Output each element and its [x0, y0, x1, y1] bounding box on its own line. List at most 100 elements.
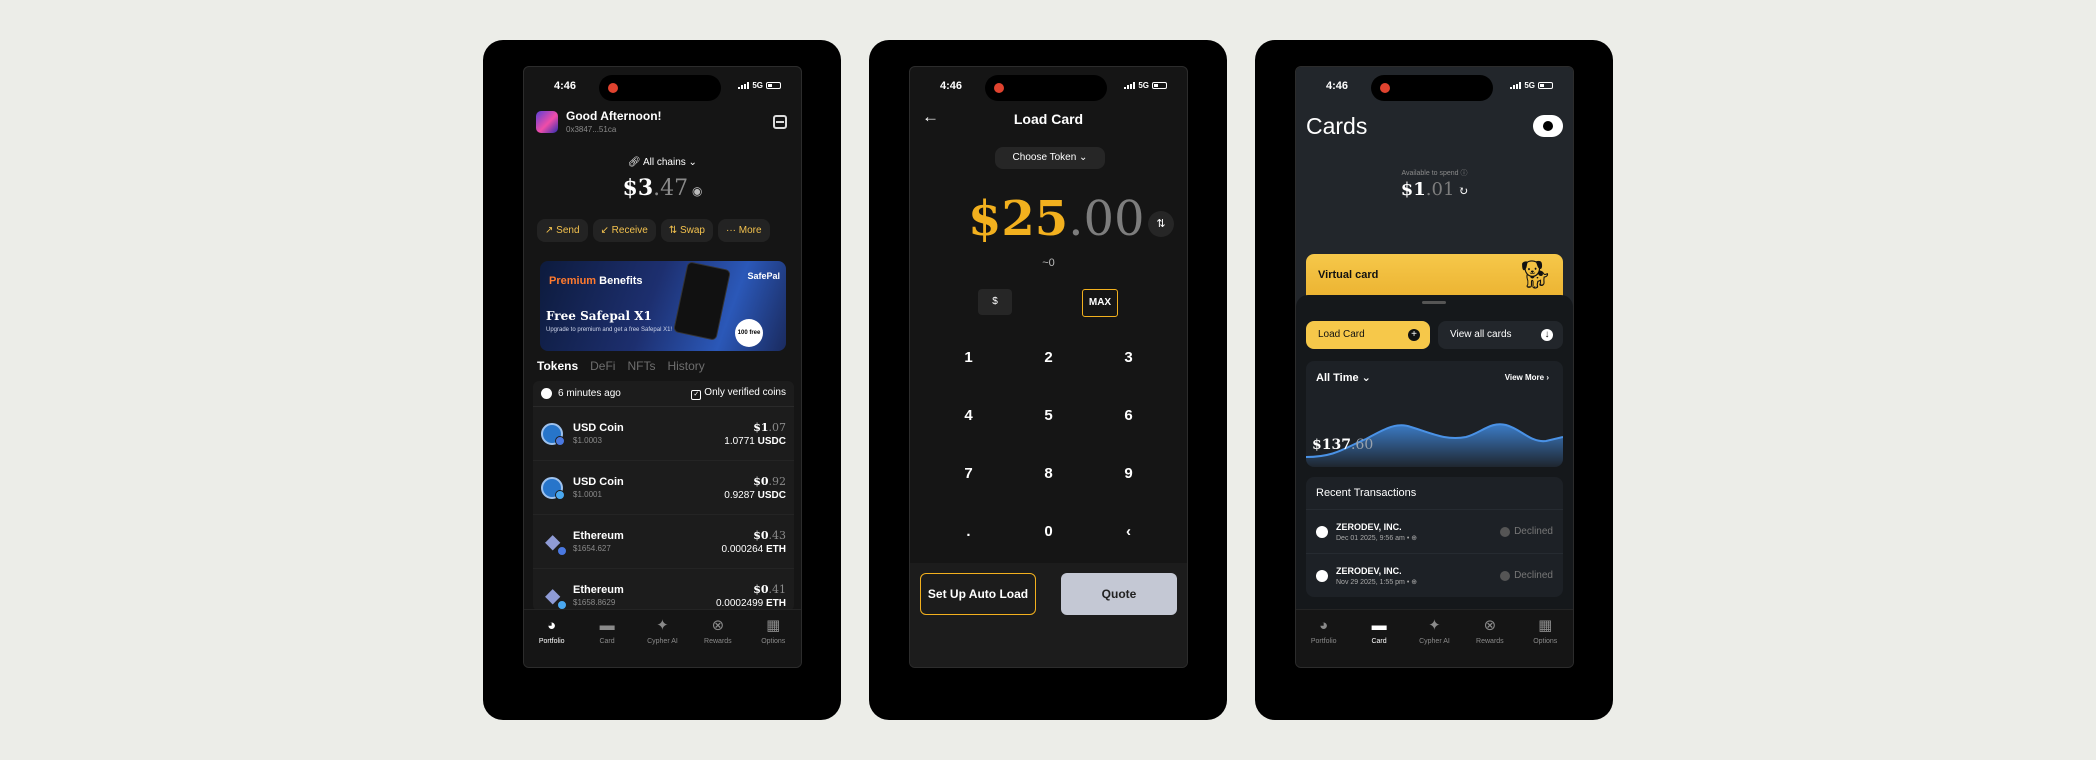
key-2[interactable]: 2 — [1009, 329, 1089, 387]
usdc-icon — [541, 476, 565, 500]
asset-tabs: Tokens DeFi NFTs History — [537, 359, 705, 373]
globe-icon: • ⊕ — [1404, 578, 1418, 586]
chevron-right-icon: › — [1544, 373, 1549, 382]
swap-units-icon[interactable]: ⇅ — [1148, 211, 1174, 237]
send-button[interactable]: ↗ Send — [537, 219, 588, 242]
nav-rewards[interactable]: ⊗ Rewards — [1465, 618, 1515, 667]
premium-banner[interactable]: Premium Benefits Free Safepal X1 Upgrade… — [540, 261, 786, 351]
view-all-cards-button[interactable]: View all cards ↓ — [1438, 321, 1563, 349]
list-item[interactable]: ZERODEV, INC. Nov 29 2025, 1:55 pm • ⊕ De… — [1306, 553, 1563, 597]
load-footer: Set Up Auto Load Quote — [910, 563, 1187, 667]
arrow-down-icon: ↓ — [1541, 329, 1553, 341]
refresh-icon[interactable]: ↻ — [1454, 184, 1468, 198]
nav-cypher-ai[interactable]: ✦ Cypher AI — [637, 618, 687, 667]
max-button[interactable]: MAX — [1082, 289, 1118, 317]
key-6[interactable]: 6 — [1089, 387, 1169, 445]
chevron-down-icon: ⌄ — [1358, 372, 1371, 384]
battery-icon — [766, 82, 781, 89]
more-button[interactable]: ··· More — [717, 219, 770, 242]
load-card-screen: 4:46 5G ← Load Card Choose Token ⌄ $25.0… — [909, 66, 1188, 668]
verified-toggle[interactable]: ✓ Only verified coins — [691, 387, 786, 400]
quote-button[interactable]: Quote — [1061, 573, 1177, 615]
key-1[interactable]: 1 — [929, 329, 1009, 387]
list-item[interactable]: ZERODEV, INC. Dec 01 2025, 9:56 am • ⊕ De… — [1306, 509, 1563, 553]
load-card-frame: 4:46 5G ← Load Card Choose Token ⌄ $25.0… — [869, 40, 1227, 720]
checkbox-icon: ✓ — [691, 390, 702, 400]
nav-card[interactable]: ▬ Card — [1354, 618, 1404, 667]
page-title: Cards — [1306, 113, 1368, 139]
tab-nfts[interactable]: NFTs — [627, 359, 655, 373]
table-row[interactable]: USD Coin $1.0001 $0.92 0.9287 USDC — [533, 461, 794, 515]
portfolio-screen: 4:46 5G Good Afternoon! 0x3847...51ca 🔗︎… — [523, 66, 802, 668]
scan-icon[interactable] — [773, 115, 787, 129]
key-9[interactable]: 9 — [1089, 445, 1169, 503]
info-icon — [1500, 526, 1511, 537]
receive-button[interactable]: ↙ Receive — [592, 219, 656, 242]
eye-toggle-icon[interactable] — [1533, 115, 1563, 137]
recording-indicator-icon — [608, 83, 618, 93]
nav-options[interactable]: ▦ Options — [1520, 618, 1570, 667]
key-4[interactable]: 4 — [929, 387, 1009, 445]
ethereum-icon — [541, 583, 567, 610]
status-time: 4:46 — [554, 80, 577, 92]
table-row[interactable]: USD Coin $1.0003 $1.07 1.0771 USDC — [533, 407, 794, 461]
banner-subtitle: Upgrade to premium and get a free Safepa… — [546, 327, 673, 333]
view-more-link[interactable]: View More › — [1505, 373, 1549, 382]
key-5[interactable]: 5 — [1009, 387, 1089, 445]
pie-chart-icon: ◕ — [1319, 617, 1329, 634]
battery-icon — [1538, 82, 1553, 89]
auto-load-button[interactable]: Set Up Auto Load — [920, 573, 1036, 615]
tab-tokens[interactable]: Tokens — [537, 359, 578, 373]
nav-options[interactable]: ▦ Options — [748, 618, 798, 667]
cards-screen: 4:46 5G Cards Available to spend ⓘ $1.01… — [1295, 66, 1574, 668]
key-decimal[interactable]: . — [929, 503, 1009, 561]
chevron-down-icon: ⌄ — [685, 157, 697, 168]
key-8[interactable]: 8 — [1009, 445, 1089, 503]
ethereum-icon — [541, 529, 567, 556]
rewards-icon: ⊗ — [1483, 617, 1497, 634]
info-icon[interactable]: ⓘ — [1459, 170, 1468, 177]
key-7[interactable]: 7 — [929, 445, 1009, 503]
nav-portfolio[interactable]: ◕ Portfolio — [1299, 618, 1349, 667]
tab-defi[interactable]: DeFi — [590, 359, 615, 373]
choose-token-dropdown[interactable]: Choose Token ⌄ — [995, 147, 1105, 169]
status-bar: 4:46 5G — [1296, 67, 1573, 107]
chevron-down-icon: ⌄ — [1076, 152, 1088, 163]
nav-rewards[interactable]: ⊗ Rewards — [693, 618, 743, 667]
amount-display: $25.00 — [968, 191, 1145, 247]
plus-icon: + — [1408, 329, 1420, 341]
tab-history[interactable]: History — [667, 359, 704, 373]
card-icon: ▬ — [1371, 617, 1387, 634]
nav-portfolio[interactable]: ◕ Portfolio — [527, 618, 577, 667]
rewards-icon: ⊗ — [711, 617, 725, 634]
globe-icon: • ⊕ — [1404, 534, 1418, 542]
network-label: 5G — [752, 81, 763, 90]
key-backspace[interactable]: ‹ — [1089, 503, 1169, 561]
table-row[interactable]: Ethereum$1658.8629 $0.410.0002499 ETH — [533, 569, 794, 611]
status-bar: 4:46 5G — [524, 67, 801, 107]
pie-chart-icon: ◕ — [547, 617, 557, 634]
available-label: Available to spend ⓘ — [1401, 170, 1468, 177]
sparkle-icon: ✦ — [1428, 617, 1441, 634]
nav-card[interactable]: ▬ Card — [582, 618, 632, 667]
total-spend: $137.60 — [1312, 437, 1374, 453]
table-row[interactable]: Ethereum$1654.627 $0.430.000264 ETH — [533, 515, 794, 569]
portfolio-balance: $3.47 ◉ — [622, 175, 703, 201]
nav-cypher-ai[interactable]: ✦ Cypher AI — [1409, 618, 1459, 667]
key-3[interactable]: 3 — [1089, 329, 1169, 387]
card-sheet: Load Card + View all cards ↓ All Time ⌄ Vi… — [1296, 295, 1573, 615]
avatar[interactable] — [536, 110, 558, 133]
card-icon: ▬ — [599, 617, 615, 634]
period-selector[interactable]: All Time ⌄ — [1316, 371, 1371, 384]
wallet-address[interactable]: 0x3847...51ca — [566, 125, 662, 134]
key-0[interactable]: 0 — [1009, 503, 1089, 561]
chain-selector[interactable]: 🔗︎ All chains ⌄ — [524, 157, 801, 168]
drag-handle[interactable] — [1422, 301, 1446, 304]
profile-header[interactable]: Good Afternoon! 0x3847...51ca — [536, 109, 662, 134]
swap-button[interactable]: ⇅ Swap — [660, 219, 713, 242]
load-card-button[interactable]: Load Card + — [1306, 321, 1430, 349]
currency-toggle-button[interactable]: $ — [978, 289, 1012, 315]
numeric-keypad: 1 2 3 4 5 6 7 8 9 . 0 ‹ — [910, 329, 1187, 561]
eye-icon[interactable]: ◉ — [688, 184, 702, 198]
grid-icon: ▦ — [1538, 617, 1553, 634]
